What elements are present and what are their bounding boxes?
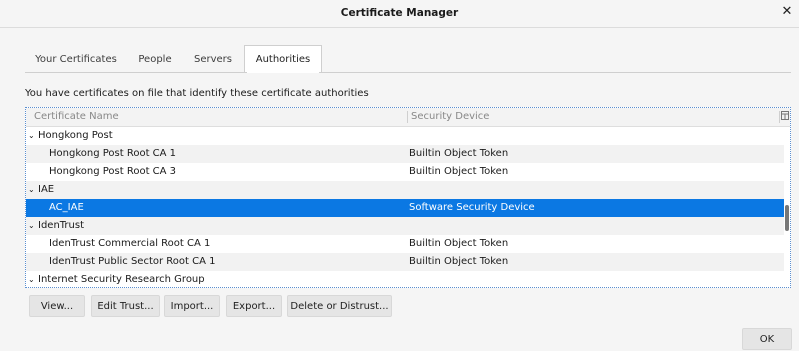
chevron-down-icon[interactable]: ⌄ bbox=[28, 217, 36, 235]
security-device: Builtin Object Token bbox=[409, 148, 509, 159]
certificate-name: IdenTrust Public Sector Root CA 1 bbox=[49, 253, 215, 271]
group-name: ⌄ Hongkong Post bbox=[28, 127, 113, 145]
chevron-down-icon[interactable]: ⌄ bbox=[28, 127, 36, 145]
table-row[interactable]: AC_IAE Software Security Device bbox=[26, 199, 784, 217]
tree-group-row[interactable]: ⌄ IAE bbox=[26, 181, 784, 199]
table-row[interactable]: IdenTrust Commercial Root CA 1 Builtin Ob… bbox=[26, 235, 784, 253]
certificate-name: IdenTrust Commercial Root CA 1 bbox=[49, 235, 210, 253]
tab-servers[interactable]: Servers bbox=[184, 46, 242, 71]
view-button[interactable]: View... bbox=[29, 295, 85, 317]
close-icon[interactable]: ✕ bbox=[780, 5, 794, 19]
vertical-scrollbar[interactable] bbox=[785, 127, 790, 287]
group-name: ⌄ IdenTrust bbox=[28, 217, 84, 235]
tree-group-row[interactable]: ⌄ IdenTrust bbox=[26, 217, 784, 235]
row-label: IdenTrust Commercial Root CA 1 bbox=[49, 238, 211, 249]
table-row[interactable]: Hongkong Post Root CA 3 Builtin Object To… bbox=[26, 163, 784, 181]
tree-group-row[interactable]: ⌄ Internet Security Research Group bbox=[26, 271, 784, 287]
table-row[interactable]: Hongkong Post Root CA 1 Builtin Object To… bbox=[26, 145, 784, 163]
row-label: AC_IAE bbox=[49, 202, 84, 213]
row-label: IAE bbox=[38, 184, 55, 195]
tab-authorities[interactable]: Authorities bbox=[244, 45, 322, 73]
column-divider[interactable] bbox=[779, 111, 780, 123]
tab-bar: Your Certificates People Servers Authori… bbox=[25, 45, 791, 73]
security-device: Builtin Object Token bbox=[409, 256, 509, 267]
certificate-tree[interactable]: Certificate Name Security Device ⌄ Hongko… bbox=[25, 107, 791, 288]
column-divider[interactable] bbox=[407, 111, 408, 123]
column-header-certificate-name[interactable]: Certificate Name bbox=[34, 111, 119, 122]
security-device: Builtin Object Token bbox=[409, 238, 509, 249]
chevron-down-icon[interactable]: ⌄ bbox=[28, 271, 36, 287]
row-label: IdenTrust Public Sector Root CA 1 bbox=[49, 256, 216, 267]
delete-or-distrust-button[interactable]: Delete or Distrust... bbox=[287, 295, 392, 317]
edit-trust-button[interactable]: Edit Trust... bbox=[91, 295, 160, 317]
tab-people[interactable]: People bbox=[129, 46, 181, 71]
tab-your-certificates[interactable]: Your Certificates bbox=[25, 46, 127, 71]
row-label: Hongkong Post Root CA 1 bbox=[49, 148, 177, 159]
group-name: ⌄ Internet Security Research Group bbox=[28, 271, 205, 287]
row-label: Internet Security Research Group bbox=[38, 274, 205, 285]
table-header: Certificate Name Security Device bbox=[26, 108, 790, 127]
certificate-name: Hongkong Post Root CA 1 bbox=[49, 145, 176, 163]
import-button[interactable]: Import... bbox=[164, 295, 220, 317]
column-header-security-device[interactable]: Security Device bbox=[411, 111, 489, 122]
row-label: Hongkong Post bbox=[38, 130, 113, 141]
row-label: IdenTrust bbox=[38, 220, 85, 231]
column-picker-icon[interactable] bbox=[781, 111, 789, 121]
export-button[interactable]: Export... bbox=[226, 295, 282, 317]
certificate-name: Hongkong Post Root CA 3 bbox=[49, 163, 176, 181]
row-label: Hongkong Post Root CA 3 bbox=[49, 166, 177, 177]
security-device: Builtin Object Token bbox=[409, 166, 509, 177]
tree-rows: ⌄ Hongkong Post Hongkong Post Root CA 1 Bui… bbox=[26, 127, 784, 287]
security-device: Software Security Device bbox=[409, 202, 535, 213]
chevron-down-icon[interactable]: ⌄ bbox=[28, 181, 36, 199]
title-bar: Certificate Manager ✕ bbox=[0, 0, 799, 28]
ok-button[interactable]: OK bbox=[742, 328, 792, 350]
window-title: Certificate Manager bbox=[340, 7, 459, 19]
scrollbar-thumb[interactable] bbox=[785, 205, 789, 231]
tree-group-row[interactable]: ⌄ Hongkong Post bbox=[26, 127, 784, 145]
description-text: You have certificates on file that ident… bbox=[25, 88, 369, 99]
table-row[interactable]: IdenTrust Public Sector Root CA 1 Builtin… bbox=[26, 253, 784, 271]
group-name: ⌄ IAE bbox=[28, 181, 54, 199]
certificate-name: AC_IAE bbox=[49, 199, 84, 217]
